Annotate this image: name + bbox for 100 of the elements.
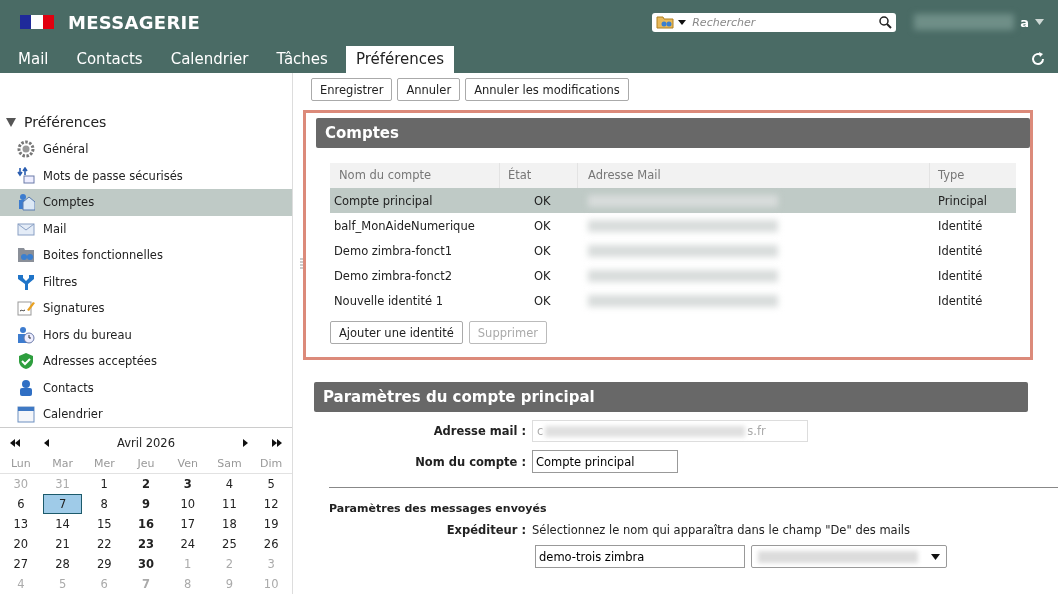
- sidebar-item[interactable]: Filtres: [0, 268, 292, 295]
- table-cell-text: Principal: [937, 193, 988, 208]
- calendar-day[interactable]: 2: [125, 474, 167, 494]
- pencil-icon: [17, 299, 35, 318]
- calendar-day[interactable]: 10: [166, 494, 209, 514]
- shield-check-icon: [17, 352, 35, 371]
- sidebar-item[interactable]: Adresses acceptées: [0, 348, 292, 375]
- table-cell-text: Identité: [937, 243, 984, 258]
- calendar-day[interactable]: 15: [83, 514, 126, 534]
- calendar-day[interactable]: 25: [208, 534, 251, 554]
- calendar-day[interactable]: 29: [83, 554, 126, 574]
- table-cell-text: OK: [533, 243, 552, 258]
- next-month-icon[interactable]: [243, 439, 248, 447]
- table-row[interactable]: Nouvelle identité 1 OK Identité: [330, 288, 1016, 313]
- calendar-day[interactable]: 21: [41, 534, 84, 554]
- calendar-day[interactable]: 13: [0, 514, 42, 534]
- sidebar-item[interactable]: Général: [0, 136, 292, 163]
- calendar-day[interactable]: 24: [166, 534, 209, 554]
- calendar-day[interactable]: 19: [250, 514, 292, 534]
- sidebar-item[interactable]: Mail: [0, 215, 292, 242]
- app-title: MESSAGERIE: [68, 11, 201, 33]
- column-header[interactable]: Type: [930, 163, 1016, 188]
- toolbar-button[interactable]: Annuler les modifications: [465, 78, 629, 101]
- account-name-field[interactable]: Compte principal: [532, 450, 678, 473]
- calendar-day[interactable]: 28: [41, 554, 84, 574]
- calendar-day[interactable]: 12: [250, 494, 292, 514]
- calendar-day[interactable]: 30: [125, 554, 167, 574]
- sidebar-item[interactable]: Contacts: [0, 374, 292, 401]
- table-row[interactable]: balf_MonAideNumerique OK Identité: [330, 213, 1016, 238]
- app-tab[interactable]: Mail: [8, 46, 59, 73]
- folder-people-icon[interactable]: [656, 14, 675, 30]
- table-row[interactable]: Compte principal OK Principal: [330, 188, 1016, 213]
- weekday-label: Sam: [216, 456, 243, 472]
- table-cell-text: Identité: [937, 268, 984, 283]
- calendar-day[interactable]: 6: [0, 494, 42, 514]
- sidebar-item[interactable]: Calendrier: [0, 401, 292, 428]
- subsection-title: Paramètres des messages envoyés: [329, 502, 548, 515]
- folder-people-icon: [17, 246, 35, 265]
- toolbar-button[interactable]: Enregistrer: [311, 78, 393, 101]
- calendar-day[interactable]: 23: [125, 534, 167, 554]
- table-cell-text: Demo zimbra-fonct2: [333, 268, 453, 283]
- field-label: Adresse mail :: [432, 424, 526, 438]
- action-button[interactable]: Ajouter une identité: [330, 321, 463, 344]
- table-row[interactable]: Demo zimbra-fonct2 OK Identité: [330, 263, 1016, 288]
- calendar-day[interactable]: 7: [42, 494, 83, 514]
- filter-icon: [17, 272, 35, 291]
- app-tab[interactable]: Contacts: [66, 46, 153, 73]
- sidebar-item[interactable]: Signatures: [0, 295, 292, 322]
- section-header: Comptes: [316, 118, 1030, 148]
- splitter-handle-icon[interactable]: [300, 257, 304, 270]
- previous-year-icon[interactable]: [10, 439, 20, 447]
- weekday-label: Mar: [51, 456, 74, 472]
- calendar-day[interactable]: 1: [83, 474, 126, 494]
- sidebar-item[interactable]: Hors du bureau: [0, 321, 292, 348]
- sender-name-field[interactable]: demo-trois zimbra: [535, 545, 745, 568]
- app-tab[interactable]: Calendrier: [160, 46, 259, 73]
- flag-logo-icon: [20, 15, 54, 29]
- calendar-day[interactable]: 17: [166, 514, 209, 534]
- user-name[interactable]: a: [1020, 14, 1029, 30]
- calendar-day[interactable]: 8: [83, 494, 126, 514]
- toolbar-button[interactable]: Annuler: [397, 78, 461, 101]
- table-cell-text: OK: [533, 218, 552, 233]
- caret-icon[interactable]: [931, 553, 940, 560]
- app-tab[interactable]: Tâches: [266, 46, 338, 73]
- weekday-label: Jeu: [136, 456, 156, 472]
- table-cell-text: Identité: [937, 218, 984, 233]
- calendar-day[interactable]: 3: [166, 474, 209, 494]
- table-cell-text: Compte principal: [333, 193, 434, 208]
- calendar-icon: [17, 405, 35, 424]
- weekday-label: Dim: [259, 456, 284, 472]
- table-row[interactable]: Demo zimbra-fonct1 OK Identité: [330, 238, 1016, 263]
- sidebar-item[interactable]: Boites fonctionnelles: [0, 242, 292, 269]
- caret-icon[interactable]: [678, 19, 687, 25]
- calendar-day[interactable]: 20: [0, 534, 42, 554]
- search-field[interactable]: Rechercher: [652, 12, 897, 32]
- calendar-day[interactable]: 4: [208, 474, 251, 494]
- previous-month-icon[interactable]: [44, 439, 49, 447]
- calendar-day[interactable]: 18: [208, 514, 251, 534]
- refresh-icon[interactable]: [1030, 51, 1046, 67]
- expand-triangle-icon[interactable]: [6, 117, 16, 127]
- sidebar-item[interactable]: Comptes: [0, 189, 292, 216]
- search-icon[interactable]: [879, 15, 893, 29]
- calendar-day[interactable]: 9: [125, 494, 167, 514]
- calendar-day[interactable]: 26: [250, 534, 292, 554]
- calendar-day[interactable]: 5: [250, 474, 292, 494]
- table-cell-text: Identité: [937, 293, 984, 308]
- table-cell-text: OK: [533, 268, 552, 283]
- person-envelope-icon: [17, 193, 35, 212]
- calendar-day[interactable]: 11: [208, 494, 251, 514]
- calendar-day[interactable]: 27: [0, 554, 42, 574]
- calendar-day[interactable]: 14: [41, 514, 84, 534]
- next-year-icon[interactable]: [272, 439, 282, 447]
- calendar-day[interactable]: 22: [83, 534, 126, 554]
- calendar-day[interactable]: 16: [125, 514, 167, 534]
- sidebar-item[interactable]: Mots de passe sécurisés: [0, 162, 292, 189]
- person-clock-icon: [17, 325, 35, 344]
- app-tab[interactable]: Préférences: [345, 46, 455, 73]
- field-label: Nom du compte :: [414, 454, 526, 469]
- tree-title[interactable]: Préférences: [24, 114, 107, 130]
- table-cell-text: OK: [533, 293, 552, 308]
